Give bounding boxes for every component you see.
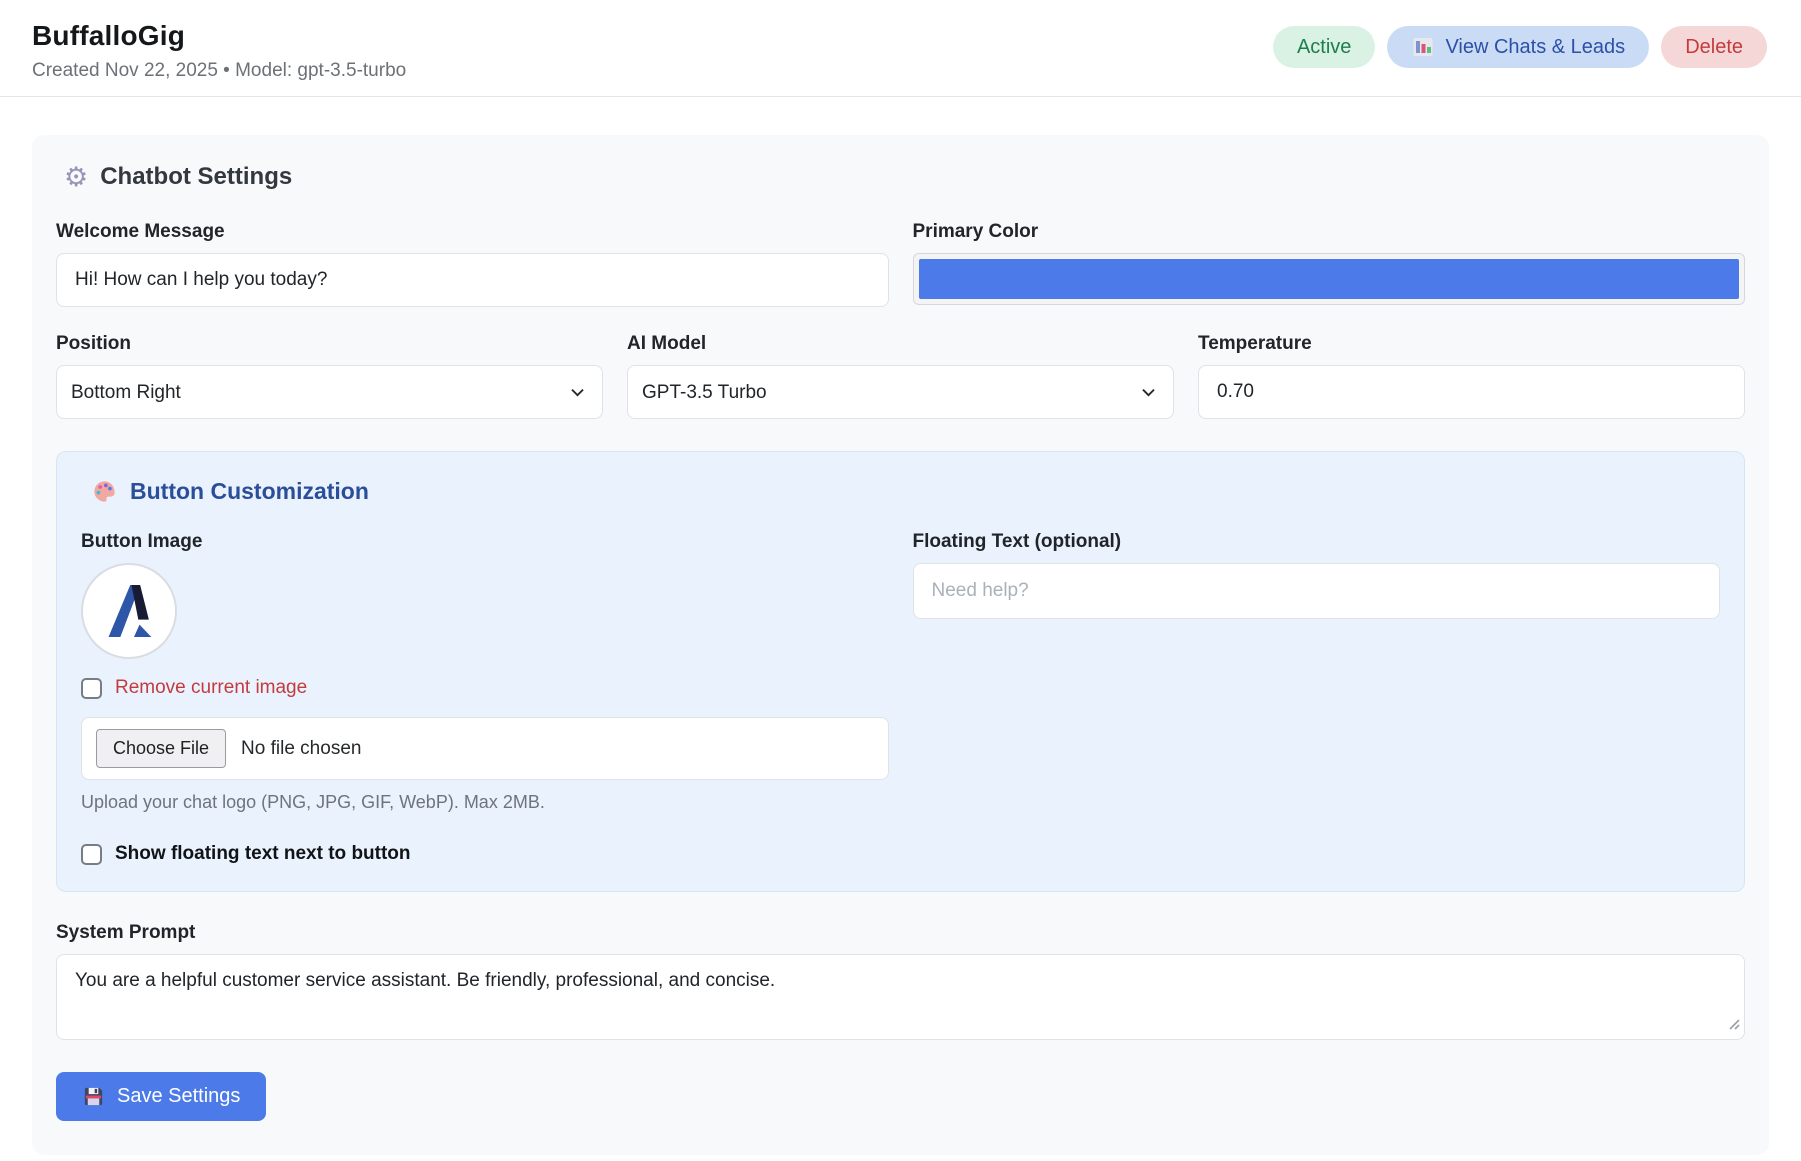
floating-text-column: Floating Text (optional) bbox=[913, 531, 1721, 865]
system-prompt-textarea[interactable] bbox=[56, 954, 1745, 1040]
show-floating-text-label[interactable]: Show floating text next to button bbox=[115, 843, 411, 865]
remove-image-row: Remove current image bbox=[81, 677, 889, 699]
remove-image-label[interactable]: Remove current image bbox=[115, 677, 307, 699]
button-customization-grid: Button Image Remove current image Choose… bbox=[81, 531, 1720, 865]
settings-row-2: Position Bottom Right AI Model GPT-3.5 T… bbox=[56, 333, 1745, 419]
position-select[interactable]: Bottom Right bbox=[56, 365, 603, 419]
file-upload-input[interactable]: Choose File No file chosen bbox=[81, 717, 889, 780]
floppy-disk-icon bbox=[82, 1085, 105, 1108]
page-title: BuffalloGig bbox=[32, 20, 406, 52]
show-floating-text-row: Show floating text next to button bbox=[81, 843, 889, 865]
button-customization-header: Button Customization bbox=[91, 478, 1720, 505]
bar-chart-icon bbox=[1411, 35, 1435, 59]
gear-icon: ⚙ bbox=[64, 164, 88, 191]
header-titles: BuffalloGig Created Nov 22, 2025 • Model… bbox=[32, 20, 406, 82]
ai-model-label: AI Model bbox=[627, 333, 1174, 355]
position-field-group: Position Bottom Right bbox=[56, 333, 603, 419]
choose-file-button[interactable]: Choose File bbox=[96, 729, 226, 768]
page-subtitle: Created Nov 22, 2025 • Model: gpt-3.5-tu… bbox=[32, 60, 406, 82]
primary-color-label: Primary Color bbox=[913, 221, 1746, 243]
ai-model-field-group: AI Model GPT-3.5 Turbo bbox=[627, 333, 1174, 419]
primary-color-field-group: Primary Color bbox=[913, 221, 1746, 307]
save-settings-button[interactable]: Save Settings bbox=[56, 1072, 266, 1121]
chat-logo-image bbox=[81, 563, 177, 659]
button-image-column: Button Image Remove current image Choose… bbox=[81, 531, 889, 865]
chatbot-settings-card: ⚙ Chatbot Settings Welcome Message Prima… bbox=[32, 135, 1769, 1155]
status-badge-active[interactable]: Active bbox=[1273, 26, 1375, 68]
status-badge-label: Active bbox=[1297, 35, 1351, 59]
ai-model-select-wrap: GPT-3.5 Turbo bbox=[627, 365, 1174, 419]
view-chats-leads-label: View Chats & Leads bbox=[1445, 35, 1625, 59]
upload-help-text: Upload your chat logo (PNG, JPG, GIF, We… bbox=[81, 792, 889, 813]
position-label: Position bbox=[56, 333, 603, 355]
temperature-field-group: Temperature bbox=[1198, 333, 1745, 419]
ai-model-select[interactable]: GPT-3.5 Turbo bbox=[627, 365, 1174, 419]
remove-image-checkbox[interactable] bbox=[81, 678, 102, 699]
position-select-wrap: Bottom Right bbox=[56, 365, 603, 419]
page-header: BuffalloGig Created Nov 22, 2025 • Model… bbox=[0, 0, 1801, 97]
primary-color-swatch bbox=[919, 259, 1740, 299]
system-prompt-wrap bbox=[56, 954, 1745, 1040]
welcome-message-label: Welcome Message bbox=[56, 221, 889, 243]
settings-row-1: Welcome Message Primary Color bbox=[56, 221, 1745, 307]
palette-icon bbox=[91, 478, 118, 505]
view-chats-leads-button[interactable]: View Chats & Leads bbox=[1387, 26, 1649, 68]
header-actions: Active View Chats & Leads Delete bbox=[1273, 26, 1767, 68]
button-image-label: Button Image bbox=[81, 531, 889, 553]
floating-text-input[interactable] bbox=[913, 563, 1721, 619]
temperature-input[interactable] bbox=[1198, 365, 1745, 419]
temperature-label: Temperature bbox=[1198, 333, 1745, 355]
letter-a-logo-icon bbox=[98, 580, 160, 642]
delete-button-label: Delete bbox=[1685, 35, 1743, 59]
welcome-message-field-group: Welcome Message bbox=[56, 221, 889, 307]
show-floating-text-checkbox[interactable] bbox=[81, 844, 102, 865]
welcome-message-input[interactable] bbox=[56, 253, 889, 307]
settings-section-header: ⚙ Chatbot Settings bbox=[64, 163, 1745, 191]
system-prompt-label: System Prompt bbox=[56, 922, 1745, 944]
button-customization-card: Button Customization Button Image Remove… bbox=[56, 451, 1745, 892]
no-file-chosen-text: No file chosen bbox=[241, 738, 361, 760]
button-customization-title: Button Customization bbox=[130, 478, 369, 505]
primary-color-picker[interactable] bbox=[913, 253, 1746, 305]
floating-text-label: Floating Text (optional) bbox=[913, 531, 1721, 553]
save-settings-label: Save Settings bbox=[117, 1085, 240, 1108]
settings-section-title: Chatbot Settings bbox=[100, 163, 292, 191]
delete-button[interactable]: Delete bbox=[1661, 26, 1767, 68]
